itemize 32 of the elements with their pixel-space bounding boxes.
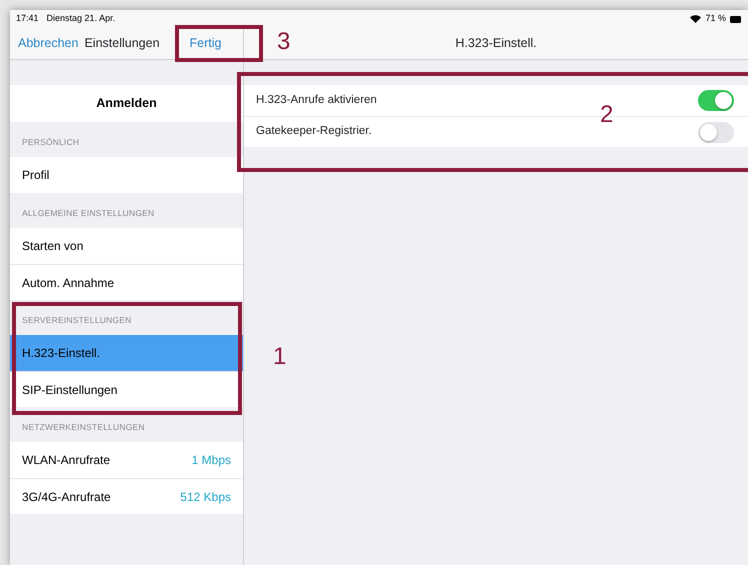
item-value: 512 Kbps: [180, 488, 231, 506]
item-label: WLAN-Anrufrate: [22, 452, 110, 469]
battery-icon: [730, 16, 742, 22]
battery-percent: 71 %: [705, 12, 726, 26]
sidebar-item[interactable]: Anmelden: [10, 85, 243, 122]
section-header: ALLGEMEINE EINSTELLUNGEN: [21, 207, 156, 220]
item-value: 1 Mbps: [192, 452, 231, 469]
sidebar-item[interactable]: Autom. Annahme: [10, 264, 243, 300]
status-date: Dienstag 21. Apr.: [46, 12, 116, 26]
callout-number: 1: [273, 345, 286, 369]
sidebar-item[interactable]: WLAN-Anrufrate 1 Mbps: [10, 442, 243, 478]
section-header: PERSÖNLICH: [21, 136, 80, 150]
detail-title: H.323-Einstell.: [455, 35, 537, 52]
sidebar-item[interactable]: SIP-Einstellungen: [10, 371, 243, 407]
nav-title: Einstellungen: [84, 35, 160, 52]
toggle-switch[interactable]: [698, 122, 734, 142]
toggle-switch[interactable]: [698, 90, 734, 111]
sidebar-item[interactable]: Profil: [10, 157, 243, 193]
wifi-icon: [690, 15, 702, 23]
cancel-button[interactable]: Abbrechen: [18, 34, 78, 53]
sidebar-item[interactable]: 3G/4G-Anrufrate 512 Kbps: [10, 478, 243, 514]
sidebar-item[interactable]: H.323-Einstell.: [10, 335, 243, 371]
status-time: 17:41: [16, 12, 39, 26]
sidebar-item[interactable]: Starten von: [10, 228, 243, 264]
item-label: 3G/4G-Anrufrate: [22, 488, 111, 506]
callout-number: 3: [277, 30, 290, 54]
setting-label: Gatekeeper-Registrier.: [256, 124, 372, 140]
section-header: NETZWERKEINSTELLUNGEN: [21, 421, 146, 434]
section-header: SERVEREINSTELLUNGEN: [21, 314, 132, 328]
done-button[interactable]: Fertig: [190, 34, 222, 53]
setting-label: H.323-Anrufe aktivieren: [256, 92, 377, 108]
callout-number: 2: [600, 103, 614, 127]
